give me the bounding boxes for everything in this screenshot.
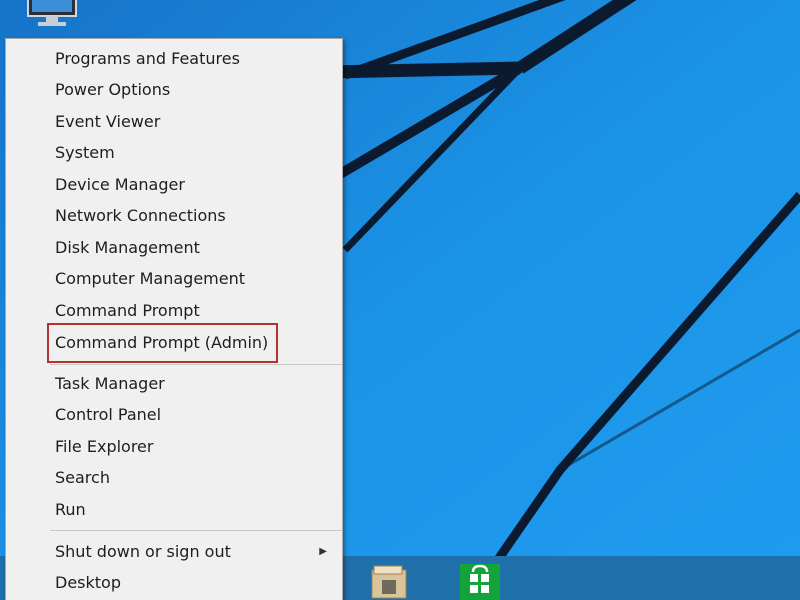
menu-item-search[interactable]: Search [7, 463, 341, 493]
menu-item-label: Computer Management [55, 269, 246, 288]
winx-context-menu: Programs and Features Power Options Even… [5, 38, 343, 600]
menu-item-label: Command Prompt [55, 301, 200, 320]
menu-item-desktop[interactable]: Desktop [7, 568, 341, 598]
menu-item-label: Shut down or sign out [55, 542, 231, 561]
menu-item-shut-down-or-sign-out[interactable]: Shut down or sign out ▶ [7, 537, 341, 567]
menu-separator [50, 364, 342, 365]
menu-item-device-manager[interactable]: Device Manager [7, 170, 341, 200]
menu-item-file-explorer[interactable]: File Explorer [7, 432, 341, 462]
store-icon[interactable] [458, 556, 502, 600]
menu-item-label: Run [55, 500, 86, 519]
menu-item-label: Network Connections [55, 206, 226, 225]
menu-item-computer-management[interactable]: Computer Management [7, 264, 341, 294]
menu-item-label: Desktop [55, 573, 121, 592]
chevron-right-icon: ▶ [319, 546, 327, 557]
menu-item-system[interactable]: System [7, 138, 341, 168]
menu-item-task-manager[interactable]: Task Manager [7, 369, 341, 399]
menu-item-label: Search [55, 468, 110, 487]
highlight-box [47, 323, 278, 363]
menu-item-event-viewer[interactable]: Event Viewer [7, 107, 341, 137]
menu-item-label: Event Viewer [55, 112, 161, 131]
menu-item-label: Device Manager [55, 175, 185, 194]
menu-item-label: Disk Management [55, 238, 200, 257]
desktop: Programs and Features Power Options Even… [0, 0, 800, 600]
menu-item-label: Task Manager [55, 374, 165, 393]
menu-item-label: System [55, 143, 115, 162]
menu-item-network-connections[interactable]: Network Connections [7, 201, 341, 231]
menu-item-label: Control Panel [55, 405, 162, 424]
menu-item-programs-and-features[interactable]: Programs and Features [7, 44, 341, 74]
menu-item-label: File Explorer [55, 437, 154, 456]
menu-item-label: Programs and Features [55, 49, 240, 68]
file-explorer-icon[interactable] [366, 556, 410, 600]
menu-item-control-panel[interactable]: Control Panel [7, 400, 341, 430]
menu-item-command-prompt[interactable]: Command Prompt [7, 296, 341, 326]
menu-item-label: Power Options [55, 80, 171, 99]
menu-separator [50, 530, 342, 531]
menu-item-disk-management[interactable]: Disk Management [7, 233, 341, 263]
menu-item-run[interactable]: Run [7, 495, 341, 525]
computer-icon[interactable] [22, 0, 82, 30]
menu-item-power-options[interactable]: Power Options [7, 75, 341, 105]
